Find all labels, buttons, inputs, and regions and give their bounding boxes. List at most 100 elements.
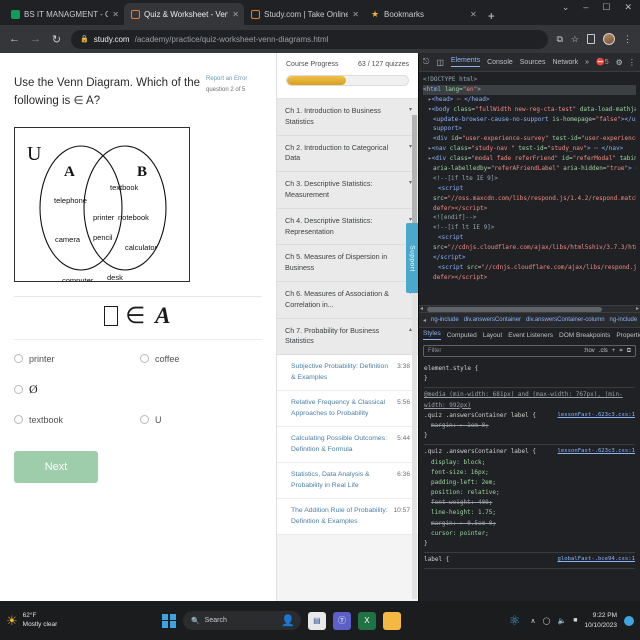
dom-line-3[interactable]: ▸<head> ⋯ </head> — [423, 95, 636, 105]
notification-dot[interactable] — [624, 615, 634, 626]
dom-line-5[interactable]: <update-browser-cause-no-support is-home… — [423, 115, 636, 125]
style-rule-4[interactable]: label { globalFast-.bce94.css:1 — [424, 553, 635, 570]
answer-option-textbook[interactable]: textbook — [14, 415, 136, 425]
radio-icon[interactable] — [140, 415, 149, 425]
dom-line-7[interactable]: <div id="user-experience-survey" test-id… — [423, 134, 636, 144]
sidebar-scrollbar[interactable] — [412, 115, 417, 599]
styles-filter-input[interactable]: Filter :hov .cls + ⌗ ⧉ — [423, 345, 636, 357]
style-declaration-1[interactable]: margin: ▸ 1em 0; — [424, 421, 635, 431]
dom-line-18[interactable]: src="//cdnjs.cloudflare.com/ajax/libs/ht… — [423, 243, 636, 253]
browser-tab-4[interactable]: ★ Bookmarks ✕ — [364, 3, 482, 25]
browser-tab-2[interactable]: Quiz & Worksheet - Venn Diagr ✕ — [124, 3, 244, 25]
style-rule-3[interactable]: .quiz .answersContainer label {lessonFas… — [424, 445, 635, 554]
dom-line-13[interactable]: src="//oss.maxcdn.com/libs/respond.js/1.… — [423, 194, 636, 204]
style-declaration-1[interactable]: display: block; — [424, 458, 635, 468]
inspect-icon[interactable]: ⎋ — [423, 57, 429, 67]
dom-tree[interactable]: <!DOCTYPE html> <html lang="en"> ▸<head> ⋯… — [419, 72, 640, 305]
lesson-item-2[interactable]: Relative Frequency & Classical Approache… — [277, 391, 418, 428]
next-button[interactable]: Next — [14, 450, 98, 483]
style-rule-1[interactable]: element.style {} — [424, 362, 635, 389]
breadcrumb-item-1[interactable]: ng-include — [431, 317, 459, 323]
lesson-item-1[interactable]: Subjective Probability: Definition & Exa… — [277, 355, 418, 392]
reload-icon[interactable]: ↻ — [50, 33, 63, 46]
style-source-link[interactable]: globalFast-.bce94.css:1 — [558, 555, 635, 565]
lesson-item-3[interactable]: Calculating Possible Outcomes: Definitio… — [277, 427, 418, 464]
hov-toggle[interactable]: :hov — [583, 348, 594, 355]
file-explorer-icon[interactable]: ▤ — [307, 611, 326, 630]
excel-icon[interactable]: X — [357, 611, 376, 630]
dom-line-6[interactable]: support> — [423, 124, 636, 134]
tab-styles[interactable]: Styles — [423, 330, 441, 340]
more-icon[interactable]: ⋮ — [628, 58, 636, 67]
extensions-icon[interactable] — [587, 34, 595, 44]
tray-chevron-icon[interactable]: ∧ — [531, 617, 536, 625]
dom-line-14[interactable]: defer></script> — [423, 204, 636, 214]
report-error-link[interactable]: Report an Error — [206, 76, 262, 82]
style-declaration-2[interactable]: font-size: 16px; — [424, 468, 635, 478]
tab-overflow-icon[interactable]: » — [585, 59, 589, 66]
device-toolbar-icon[interactable]: ◫ — [436, 58, 444, 67]
forward-icon[interactable]: → — [29, 33, 42, 45]
browser-tab-1[interactable]: BS IT MANAGMENT - Google Sl ✕ — [4, 3, 124, 25]
chapter-item-2[interactable]: Ch 2. Introduction to Categorical Data ▾ — [277, 135, 418, 173]
style-declaration-7[interactable]: margin: ▸ 0.5em 0; — [424, 519, 635, 529]
edge-icon[interactable]: ⚛ — [505, 611, 524, 630]
cls-toggle[interactable]: .cls — [599, 348, 608, 355]
lesson-item-5[interactable]: The Addition Rule of Probability: Defini… — [277, 499, 418, 536]
dom-line-15[interactable]: <![endif]--> — [423, 213, 636, 223]
chevron-down-icon[interactable]: ▾ — [409, 106, 412, 115]
restore-icon[interactable]: – — [583, 2, 588, 13]
radio-icon[interactable] — [14, 384, 23, 394]
style-declaration-5[interactable]: font-weight: 400; — [424, 498, 635, 508]
style-source-link[interactable]: lessonFast-.623c3.css:1 — [558, 411, 635, 421]
tab-layout[interactable]: Layout — [483, 332, 503, 339]
radio-icon[interactable] — [14, 354, 23, 364]
folder-icon[interactable] — [382, 611, 401, 630]
scroll-right-icon[interactable]: ▸ — [636, 305, 639, 312]
dom-line-2[interactable]: <html lang="en"> — [423, 84, 636, 95]
scroll-left-icon[interactable]: ◂ — [420, 305, 423, 312]
tab-close-icon[interactable]: ✕ — [232, 10, 239, 19]
lesson-item-4[interactable]: Statistics, Data Analysis & Probability … — [277, 463, 418, 500]
tab-sources[interactable]: Sources — [520, 59, 546, 66]
chapter-item-7[interactable]: Ch 7. Probability for Business Statistic… — [277, 318, 418, 356]
tab-computed[interactable]: Computed — [447, 332, 477, 339]
style-rule-2[interactable]: @media (min-width: 681px) and (max-width… — [424, 388, 635, 446]
dom-line-12[interactable]: <script — [423, 184, 636, 194]
tab-network[interactable]: Network — [552, 59, 578, 66]
chapter-item-1[interactable]: Ch 1. Introduction to Business Statistic… — [277, 99, 418, 136]
dom-line-19[interactable]: </script> — [423, 253, 636, 263]
volume-icon[interactable]: 🔈 — [558, 617, 567, 625]
answer-option-printer[interactable]: printer — [14, 354, 136, 364]
chapter-item-6[interactable]: Ch 6. Measures of Association & Correlat… — [277, 281, 418, 319]
style-declaration-3[interactable]: padding-left: 2em; — [424, 478, 635, 488]
style-source-link[interactable]: lessonFast-.623c3.css:1 — [558, 447, 635, 457]
radio-icon[interactable] — [14, 415, 23, 425]
answer-option-emptyset[interactable]: Ø — [14, 382, 136, 397]
back-icon[interactable]: ← — [8, 33, 21, 45]
dom-line-10[interactable]: aria-labelledby="referAFriendLabel" aria… — [423, 164, 636, 174]
style-declaration-8[interactable]: cursor: pointer; — [424, 529, 635, 539]
maximize-icon[interactable]: ☐ — [602, 2, 610, 13]
battery-icon[interactable]: ■ — [573, 617, 577, 624]
computed-sidebar-icon[interactable]: ⌗ — [619, 348, 622, 355]
scroll-thumb[interactable] — [427, 307, 602, 312]
breadcrumb-item-4[interactable]: ng-include — [610, 317, 638, 323]
dom-line-9[interactable]: ▸<div class="modal fade referFriend" id=… — [423, 154, 636, 164]
answer-option-u[interactable]: U — [140, 415, 262, 425]
answer-option-coffee[interactable]: coffee — [140, 354, 262, 364]
gear-icon[interactable]: ⚙ — [616, 58, 623, 67]
minimize-icon[interactable]: ⌄ — [562, 2, 570, 13]
support-tab[interactable]: Support — [406, 223, 418, 293]
taskbar-clock[interactable]: 9:22 PM 10/10/2023 — [584, 611, 617, 630]
style-selector[interactable]: label { — [424, 555, 449, 565]
close-window-icon[interactable]: ✕ — [624, 2, 632, 13]
style-declaration-6[interactable]: line-height: 1.75; — [424, 508, 635, 518]
style-selector[interactable]: .quiz .answersContainer label { — [424, 411, 536, 421]
breadcrumb-item-3[interactable]: div.answersContainer-column — [526, 317, 605, 323]
toggle-pane-icon[interactable]: ⧉ — [627, 348, 631, 355]
tab-properties[interactable]: Properties — [616, 332, 640, 339]
style-selector[interactable]: element.style { — [424, 364, 478, 374]
teams-icon[interactable]: Ⓣ — [332, 611, 351, 630]
new-tab-button[interactable]: + — [482, 9, 501, 25]
